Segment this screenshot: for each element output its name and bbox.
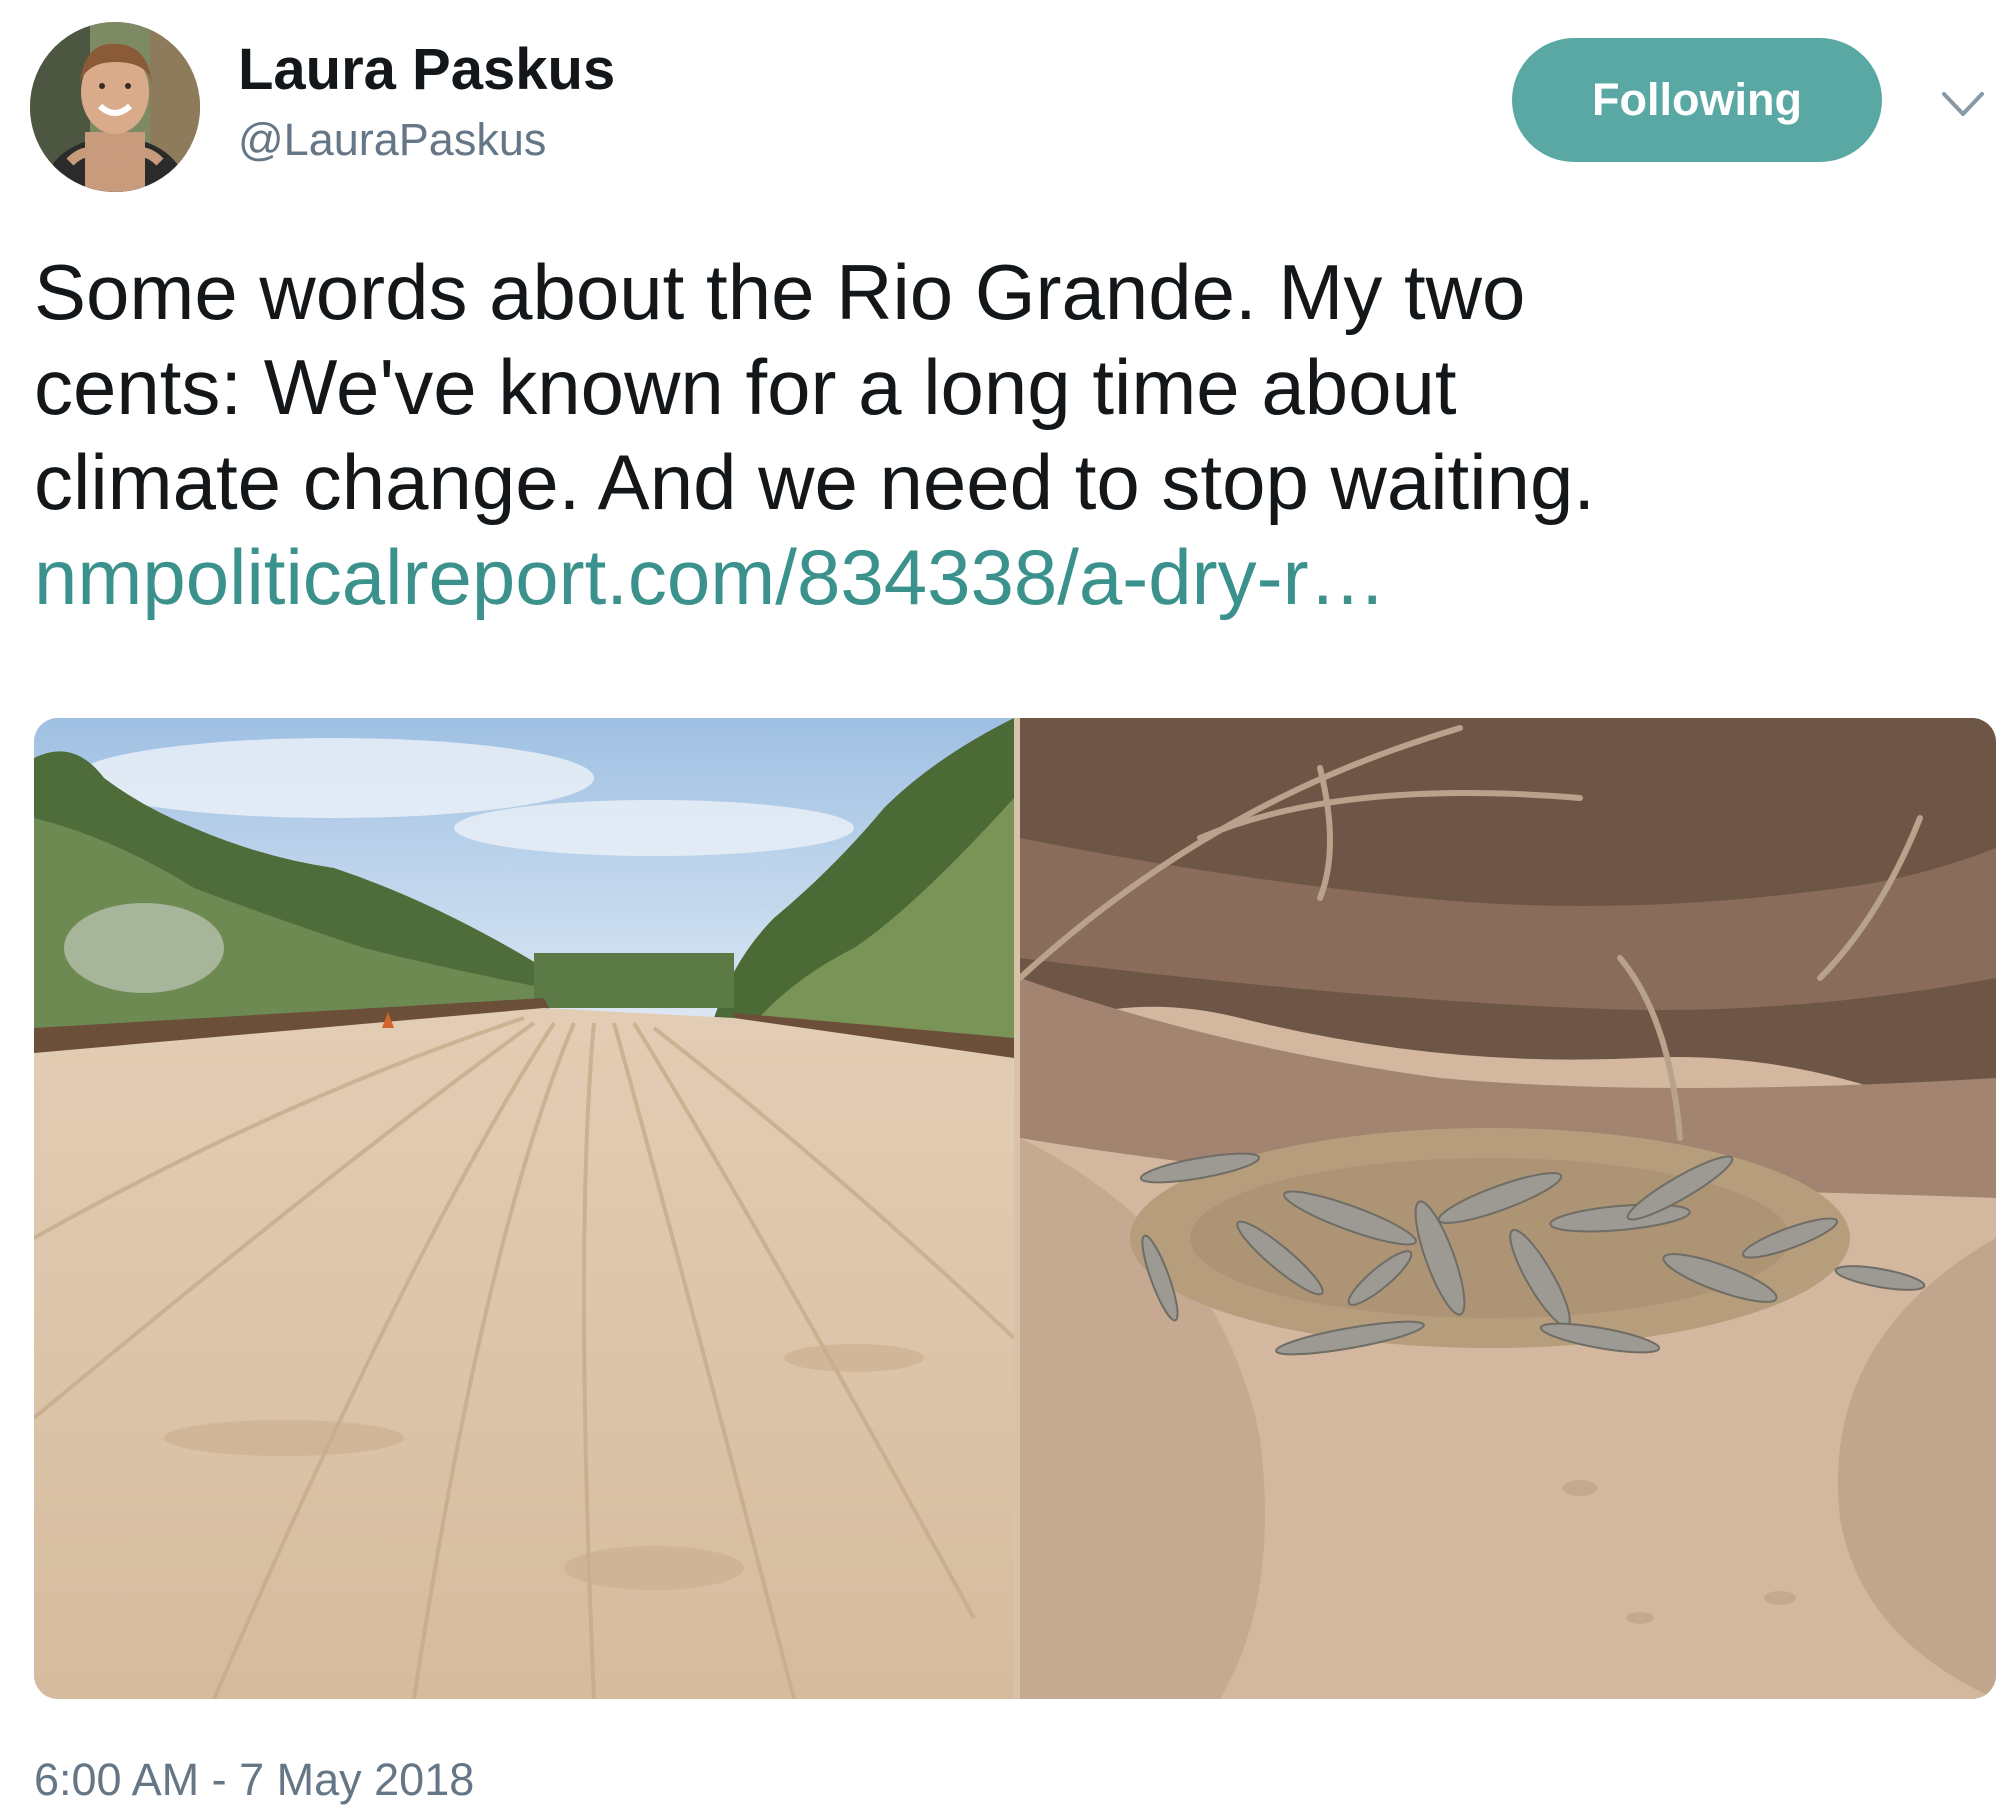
avatar-photo (30, 22, 200, 192)
following-button[interactable]: Following (1512, 38, 1882, 162)
tweet-text-line: Some words about the Rio Grande. My two (34, 248, 1526, 336)
tweet-text-line: climate change. And we need to stop wait… (34, 438, 1595, 526)
avatar[interactable] (30, 22, 200, 192)
media-grid (34, 718, 1996, 1699)
photo-dead-fish-on-bank[interactable] (1020, 718, 1996, 1699)
chevron-down-icon[interactable] (1938, 86, 1988, 122)
author-display-name[interactable]: Laura Paskus (238, 36, 615, 104)
tweet-text: Some words about the Rio Grande. My two … (34, 245, 1994, 625)
author-handle[interactable]: @LauraPaskus (238, 112, 546, 168)
tweet-text-line: cents: We've known for a long time about (34, 343, 1457, 431)
photo-dry-riverbed[interactable] (34, 718, 1014, 1699)
tweet-timestamp[interactable]: 6:00 AM - 7 May 2018 (34, 1752, 474, 1808)
article-link[interactable]: nmpoliticalreport.com/834338/a-dry-r… (34, 530, 1994, 625)
